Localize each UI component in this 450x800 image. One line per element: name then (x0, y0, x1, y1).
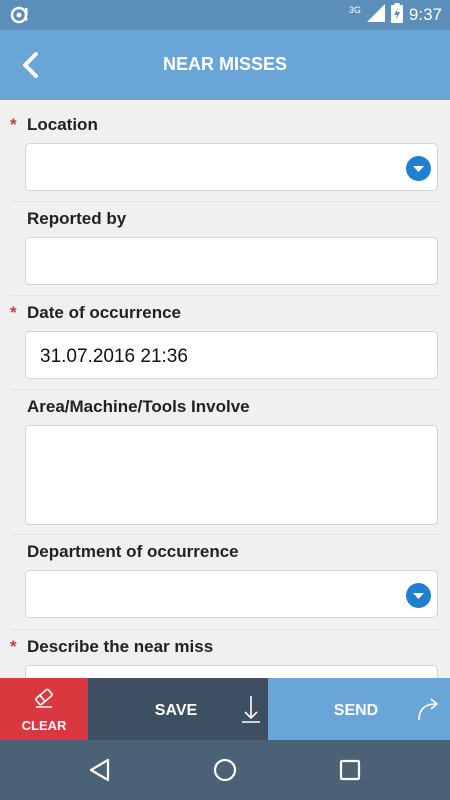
area-field: Area/Machine/Tools Involve (10, 390, 440, 535)
describe-field: * Describe the near miss (10, 630, 440, 678)
required-asterisk: * (10, 115, 17, 134)
area-label: Area/Machine/Tools Involve (27, 397, 250, 416)
form-scroll-area[interactable]: * Location Reported by * Date of occurrenc… (0, 100, 450, 678)
clock: 9:37 (408, 5, 442, 24)
date-of-occurrence-label: * Date of occurrence (10, 298, 440, 328)
reported-by-label: Reported by (27, 209, 127, 228)
required-asterisk: * (10, 637, 17, 656)
action-bar: CLEAR SAVE SEND (0, 678, 450, 740)
location-select[interactable] (25, 143, 438, 191)
home-circle-icon[interactable] (211, 756, 239, 784)
department-select[interactable] (25, 570, 438, 618)
date-of-occurrence-input[interactable]: 31.07.2016 21:36 (25, 331, 438, 379)
clear-button[interactable]: CLEAR (0, 678, 88, 740)
forward-arrow-icon (416, 696, 442, 727)
signal-icon (366, 3, 385, 27)
download-icon (240, 694, 262, 729)
department-field: Department of occurrence (10, 535, 440, 630)
back-triangle-icon[interactable] (86, 756, 114, 784)
location-label: * Location (10, 110, 440, 140)
save-button[interactable]: SAVE (88, 678, 268, 740)
chevron-down-icon[interactable] (406, 583, 431, 608)
battery-charging-icon (390, 2, 403, 28)
area-textarea[interactable] (25, 425, 438, 525)
date-of-occurrence-field: * Date of occurrence 31.07.2016 21:36 (10, 296, 440, 390)
eraser-icon (32, 685, 56, 714)
network-type: 3G (348, 5, 361, 15)
app-notification-icon (10, 6, 32, 29)
required-asterisk: * (10, 303, 17, 322)
department-label: Department of occurrence (27, 542, 239, 561)
status-bar: 3G 9:37 (0, 0, 450, 30)
location-field: * Location (10, 100, 440, 202)
describe-input[interactable] (25, 665, 438, 678)
describe-label: * Describe the near miss (10, 632, 440, 662)
reported-by-input[interactable] (25, 237, 438, 285)
chevron-down-icon[interactable] (406, 156, 431, 181)
recents-square-icon[interactable] (336, 756, 364, 784)
send-button[interactable]: SEND (268, 678, 450, 740)
app-bar: NEAR MISSES (0, 30, 450, 100)
reported-by-field: Reported by (10, 202, 440, 296)
save-button-label: SAVE (154, 702, 198, 719)
clear-button-label: CLEAR (21, 718, 67, 733)
system-navigation-bar (0, 740, 450, 800)
page-title: NEAR MISSES (162, 54, 288, 74)
